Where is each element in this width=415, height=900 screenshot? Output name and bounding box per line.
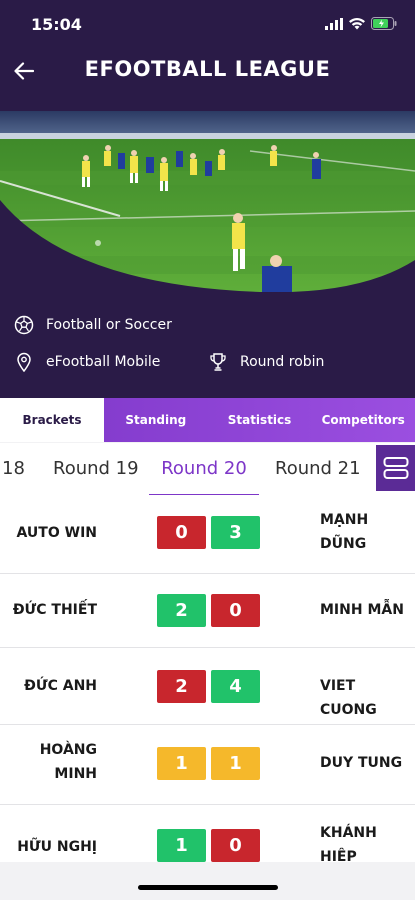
round-tab-21[interactable]: Round 21 <box>275 443 361 495</box>
tab-brackets[interactable]: Brackets <box>0 398 104 442</box>
away-score: 3 <box>211 516 260 549</box>
round-tab-18[interactable]: 18 <box>2 443 25 495</box>
match-row[interactable]: ĐỨC ANH 2 4 VIET CUONG <box>0 648 415 725</box>
section-tabs: Brackets Standing Statistics Competitors <box>0 398 415 442</box>
soccer-ball-icon <box>14 315 34 335</box>
home-score: 0 <box>157 516 206 549</box>
round-tab-20[interactable]: Round 20 <box>149 443 259 495</box>
home-team: HỮU NGHỊ <box>17 839 97 855</box>
sport-info: Football or Soccer <box>14 315 172 335</box>
home-indicator[interactable] <box>138 885 278 890</box>
location-pin-icon <box>14 352 34 372</box>
away-score: 0 <box>211 829 260 862</box>
away-team: MINH MẪN <box>320 602 404 618</box>
away-score: 1 <box>211 747 260 780</box>
nav-bar: EFOOTBALL LEAGUE <box>0 48 415 96</box>
status-icons <box>325 17 397 30</box>
away-team: KHÁNH HIỆP <box>320 825 377 862</box>
home-team: ĐỨC ANH <box>24 678 97 694</box>
match-row[interactable]: ĐỨC THIẾT 2 0 MINH MẪN <box>0 574 415 648</box>
page-title: EFOOTBALL LEAGUE <box>84 57 331 81</box>
format-label: Round robin <box>240 354 325 370</box>
status-time: 15:04 <box>31 15 82 34</box>
sport-label: Football or Soccer <box>46 317 172 333</box>
match-list: AUTO WIN 0 3 MẠNH DŨNG ĐỨC THIẾT 2 0 MIN… <box>0 495 415 862</box>
tab-standing[interactable]: Standing <box>104 398 208 442</box>
trophy-icon <box>208 352 228 372</box>
banner-curve <box>0 200 415 300</box>
tab-competitors[interactable]: Competitors <box>311 398 415 442</box>
away-score: 0 <box>211 594 260 627</box>
match-row[interactable]: AUTO WIN 0 3 MẠNH DŨNG <box>0 495 415 574</box>
match-row[interactable]: HỮU NGHỊ 1 0 KHÁNH HIỆP <box>0 805 415 862</box>
league-info: Football or Soccer eFootball Mobile Roun… <box>0 305 415 395</box>
tab-statistics[interactable]: Statistics <box>208 398 312 442</box>
home-score: 2 <box>157 594 206 627</box>
home-team: HOÀNG MINH <box>39 742 97 782</box>
battery-charging-icon <box>371 17 397 30</box>
home-team: AUTO WIN <box>16 525 97 541</box>
home-team: ĐỨC THIẾT <box>12 602 97 618</box>
wifi-icon <box>349 17 365 29</box>
round-list-toggle-button[interactable] <box>376 445 415 491</box>
round-tab-19[interactable]: Round 19 <box>53 443 139 495</box>
home-score: 2 <box>157 670 206 703</box>
away-team: MẠNH DŨNG <box>320 512 369 552</box>
format-info: Round robin <box>208 352 324 372</box>
away-score: 4 <box>211 670 260 703</box>
header: 15:04 EFOOTBALL LEAGUE Football or Socce… <box>0 0 415 398</box>
status-bar: 15:04 <box>0 0 415 48</box>
cellular-signal-icon <box>325 17 343 30</box>
home-score: 1 <box>157 829 206 862</box>
away-team: VIET CUONG <box>320 678 377 718</box>
match-row[interactable]: HOÀNG MINH 1 1 DUY TUNG <box>0 725 415 805</box>
round-selector: 18 Round 19 Round 20 Round 21 <box>0 443 415 495</box>
game-label: eFootball Mobile <box>46 354 161 370</box>
game-info: eFootball Mobile <box>14 352 160 372</box>
bottom-safe-area <box>0 862 415 900</box>
list-view-icon <box>383 457 408 479</box>
away-team: DUY TUNG <box>320 755 403 771</box>
home-score: 1 <box>157 747 206 780</box>
